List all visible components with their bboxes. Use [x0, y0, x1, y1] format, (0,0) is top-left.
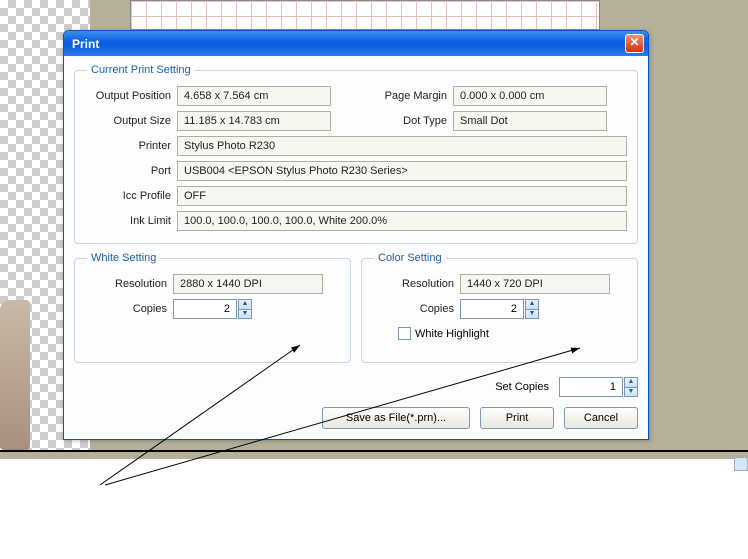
- layout-grid-preview: [130, 0, 600, 30]
- dialog-title: Print: [72, 37, 625, 51]
- close-icon[interactable]: ✕: [625, 34, 644, 53]
- output-size-value: 11.185 x 14.783 cm: [177, 111, 331, 131]
- print-button[interactable]: Print: [480, 407, 554, 429]
- print-dialog: Print ✕ Current Print Setting Output Pos…: [63, 30, 649, 440]
- set-copies-label: Set Copies: [495, 381, 549, 393]
- color-setting-group: Color Setting Resolution 1440 x 720 DPI …: [361, 252, 638, 363]
- ink-limit-label: Ink Limit: [85, 215, 171, 227]
- dot-type-label: Dot Type: [371, 115, 447, 127]
- current-print-setting-group: Current Print Setting Output Position 4.…: [74, 64, 638, 244]
- white-highlight-label: White Highlight: [415, 328, 489, 340]
- color-resolution-value: 1440 x 720 DPI: [460, 274, 610, 294]
- color-copies-label: Copies: [372, 303, 454, 315]
- white-copies-label: Copies: [85, 303, 167, 315]
- spinner-up-icon[interactable]: ▲: [525, 299, 539, 309]
- set-copies-spinner[interactable]: ▲ ▼: [624, 377, 638, 397]
- set-copies-input[interactable]: [559, 377, 623, 397]
- dialog-body: Current Print Setting Output Position 4.…: [64, 56, 648, 439]
- color-copies-spinner[interactable]: ▲ ▼: [525, 299, 539, 319]
- color-resolution-label: Resolution: [372, 278, 454, 290]
- white-setting-group: White Setting Resolution 2880 x 1440 DPI…: [74, 252, 351, 363]
- white-highlight-checkbox[interactable]: [398, 327, 411, 340]
- spinner-down-icon[interactable]: ▼: [525, 309, 539, 319]
- white-resolution-value: 2880 x 1440 DPI: [173, 274, 323, 294]
- color-setting-legend: Color Setting: [374, 252, 446, 264]
- output-position-label: Output Position: [85, 90, 171, 102]
- current-print-setting-legend: Current Print Setting: [87, 64, 195, 76]
- color-copies-input[interactable]: [460, 299, 524, 319]
- save-as-file-button[interactable]: Save as File(*.prn)...: [322, 407, 470, 429]
- port-value: USB004 <EPSON Stylus Photo R230 Series>: [177, 161, 627, 181]
- white-copies-input[interactable]: [173, 299, 237, 319]
- white-setting-legend: White Setting: [87, 252, 160, 264]
- dialog-titlebar[interactable]: Print ✕: [64, 31, 648, 56]
- image-preview: [0, 300, 30, 450]
- scrollbar-corner[interactable]: [734, 457, 748, 471]
- icc-profile-value: OFF: [177, 186, 627, 206]
- page-margin-value: 0.000 x 0.000 cm: [453, 86, 607, 106]
- app-background: [0, 459, 748, 559]
- port-label: Port: [85, 165, 171, 177]
- output-position-value: 4.658 x 7.564 cm: [177, 86, 331, 106]
- spinner-up-icon[interactable]: ▲: [624, 377, 638, 387]
- spinner-down-icon[interactable]: ▼: [238, 309, 252, 319]
- ink-limit-value: 100.0, 100.0, 100.0, 100.0, White 200.0%: [177, 211, 627, 231]
- printer-value: Stylus Photo R230: [177, 136, 627, 156]
- panel-divider: [0, 450, 748, 452]
- spinner-down-icon[interactable]: ▼: [624, 387, 638, 397]
- spinner-up-icon[interactable]: ▲: [238, 299, 252, 309]
- white-resolution-label: Resolution: [85, 278, 167, 290]
- output-size-label: Output Size: [85, 115, 171, 127]
- icc-profile-label: Icc Profile: [85, 190, 171, 202]
- white-copies-spinner[interactable]: ▲ ▼: [238, 299, 252, 319]
- printer-label: Printer: [85, 140, 171, 152]
- cancel-button[interactable]: Cancel: [564, 407, 638, 429]
- dot-type-value: Small Dot: [453, 111, 607, 131]
- page-margin-label: Page Margin: [371, 90, 447, 102]
